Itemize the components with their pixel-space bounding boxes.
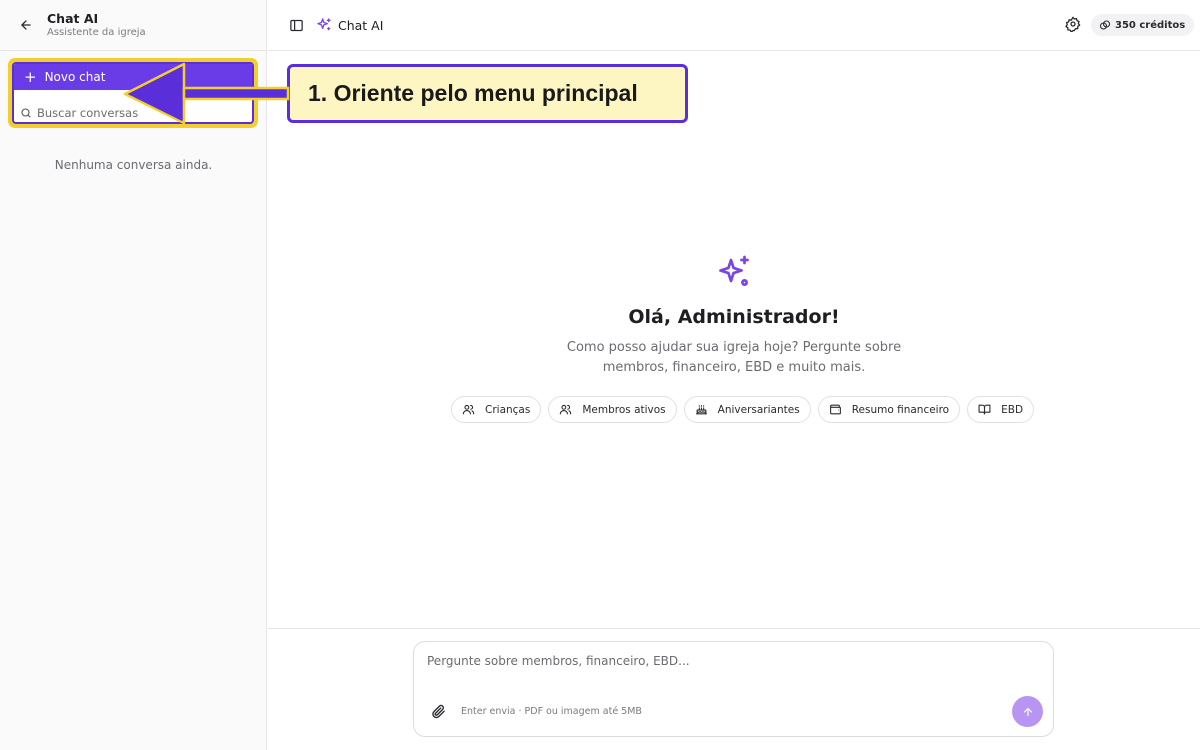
welcome-section: Olá, Administrador! Como posso ajudar su… (268, 254, 1200, 378)
chip-label: Aniversariantes (717, 403, 800, 416)
sparkle-icon (716, 254, 752, 290)
users-icon (462, 404, 475, 415)
gear-icon[interactable] (1065, 16, 1083, 34)
plus-icon: + (24, 67, 37, 86)
search-row (14, 102, 252, 123)
book-icon (978, 404, 991, 415)
header-title: Chat AI (338, 17, 384, 33)
sidebar: Chat AI Assistente da igreja + Novo chat… (0, 0, 267, 750)
back-arrow-icon[interactable] (16, 15, 36, 35)
help-text: Como posso ajudar sua igreja hoje? Pergu… (268, 338, 1200, 378)
send-button[interactable] (1012, 696, 1043, 727)
chip-membros-ativos[interactable]: Membros ativos (548, 396, 677, 423)
chip-label: EBD (1001, 403, 1024, 416)
message-composer: Enter envia · PDF ou imagem até 5MB (413, 641, 1054, 737)
sidebar-toggle-icon[interactable] (287, 16, 305, 34)
chip-label: Crianças (485, 403, 531, 416)
callout-text: 1. Oriente pelo menu principal (308, 80, 638, 106)
users-icon (560, 404, 572, 415)
suggestion-chips: Crianças Membros ativos Aniversariantes … (451, 396, 1035, 423)
arrow-up-icon (1023, 707, 1032, 716)
sidebar-titles: Chat AI Assistente da igreja (47, 11, 146, 40)
new-chat-button[interactable]: + Novo chat (14, 64, 252, 90)
credits-label: 350 créditos (1115, 19, 1186, 31)
chip-resumo-financeiro[interactable]: Resumo financeiro (817, 396, 961, 423)
sidebar-title: Chat AI (47, 10, 99, 26)
main-header: Chat AI 350 créditos (268, 0, 1200, 51)
chip-ebd[interactable]: EBD (967, 396, 1035, 423)
sidebar-subtitle: Assistente da igreja (47, 26, 146, 38)
credits-badge[interactable]: 350 créditos (1091, 14, 1195, 36)
chip-aniversariantes[interactable]: Aniversariantes (683, 396, 811, 423)
message-input[interactable] (427, 654, 1027, 676)
cake-icon (695, 405, 707, 415)
sidebar-actions: + Novo chat (12, 62, 254, 124)
sidebar-header: Chat AI Assistente da igreja (0, 0, 266, 51)
search-input[interactable] (37, 106, 237, 120)
sparkle-icon (316, 17, 332, 33)
new-chat-label: Novo chat (44, 70, 106, 84)
help-text-line: membros, financeiro, EBD e muito mais. (602, 360, 866, 375)
chip-label: Membros ativos (582, 403, 666, 416)
chip-label: Resumo financeiro (851, 403, 950, 416)
chip-criancas[interactable]: Crianças (451, 396, 542, 423)
composer-divider (268, 628, 1200, 629)
search-icon (20, 104, 32, 123)
help-text-line: Como posso ajudar sua igreja hoje? Pergu… (566, 340, 902, 355)
empty-conversations-message: Nenhuma conversa ainda. (54, 158, 213, 172)
wallet-icon (829, 404, 841, 415)
paperclip-icon[interactable] (431, 704, 447, 720)
greeting-heading: Olá, Administrador! (628, 306, 840, 328)
tutorial-callout: 1. Oriente pelo menu principal (287, 64, 688, 123)
composer-hint: Enter envia · PDF ou imagem até 5MB (461, 706, 642, 717)
